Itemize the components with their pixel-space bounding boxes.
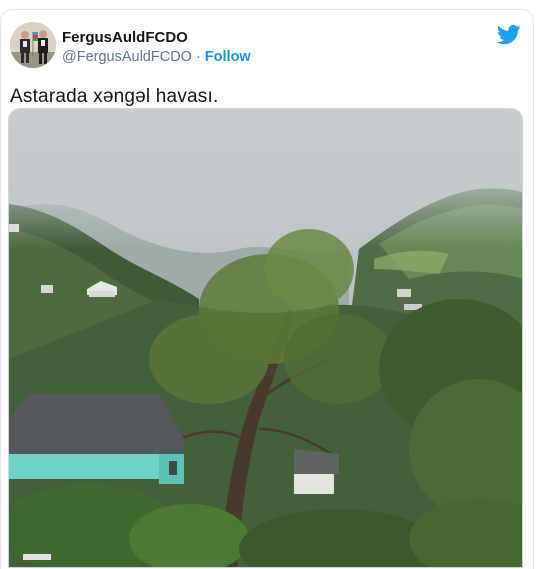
author-avatar[interactable] <box>10 22 56 68</box>
twitter-bird-icon[interactable] <box>496 24 521 46</box>
tweet-text: Astarada xəngəl havası. <box>10 86 219 107</box>
follow-button[interactable]: Follow <box>205 49 251 65</box>
foggy-landscape-image <box>9 109 522 567</box>
separator-dot: · <box>195 49 201 65</box>
author-handle[interactable]: @FergusAuldFCDO <box>62 49 192 65</box>
tweet-photo[interactable] <box>8 108 523 568</box>
author-meta: @FergusAuldFCDO · Follow <box>62 49 251 65</box>
author-display-name[interactable]: FergusAuldFCDO <box>62 29 188 46</box>
avatar-image <box>10 22 56 68</box>
